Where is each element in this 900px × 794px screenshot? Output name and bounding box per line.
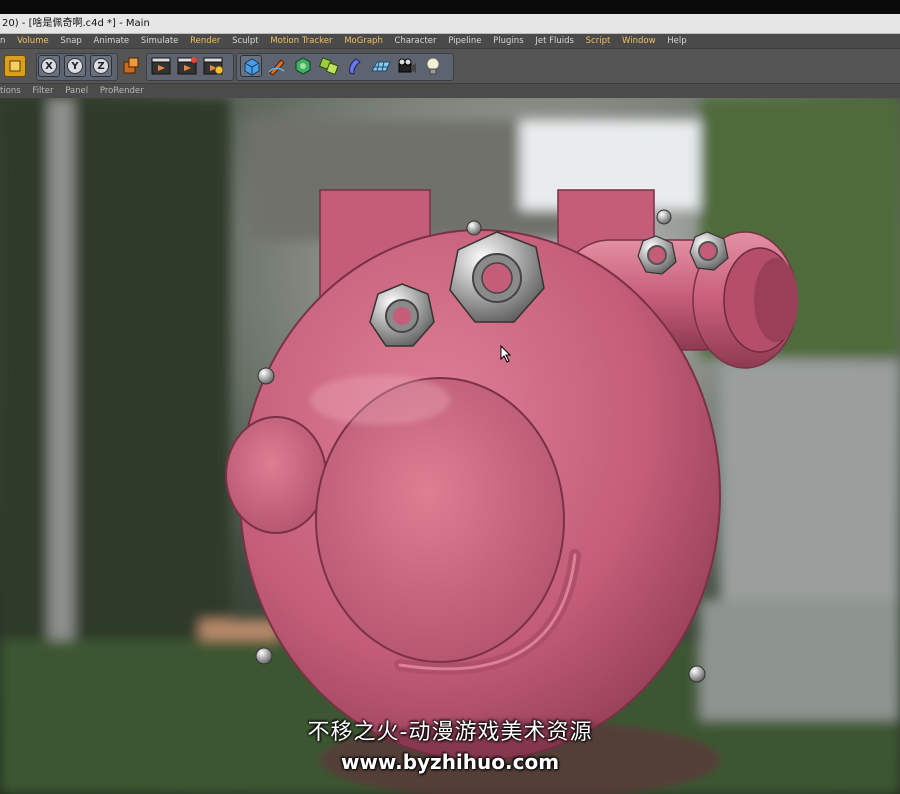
coordinate-system-button[interactable]	[120, 55, 142, 77]
subdivision-surface-icon	[295, 57, 311, 75]
clapboard-render-icon	[151, 57, 171, 75]
viewport-menu-options[interactable]: tions	[0, 86, 21, 96]
array-button[interactable]	[318, 55, 340, 77]
main-toolbar: X Y Z	[0, 48, 900, 84]
menu-item-animate[interactable]: Animate	[94, 36, 130, 46]
clapboard-render-pv-icon	[177, 57, 197, 75]
menu-item-simulate[interactable]: Simulate	[141, 36, 179, 46]
bend-deformer-icon	[349, 58, 361, 75]
x-axis-lock-button[interactable]: X	[38, 55, 60, 77]
y-axis-icon: Y	[67, 58, 83, 74]
render-picture-viewer-button[interactable]	[176, 55, 198, 77]
live-selection-icon[interactable]	[4, 55, 26, 77]
x-axis-icon: X	[41, 58, 57, 74]
cube-object-button[interactable]	[240, 55, 262, 77]
array-icon	[318, 57, 339, 76]
watermark-line-2: www.byzhihuo.com	[340, 750, 560, 774]
menu-item-script[interactable]: Script	[586, 36, 611, 46]
cube-icon	[244, 58, 260, 76]
screen-top-strip	[0, 0, 900, 14]
render-view-button[interactable]	[150, 55, 172, 77]
menu-item-help[interactable]: Help	[667, 36, 686, 46]
menu-item-jet-fluids[interactable]: Jet Fluids	[535, 36, 574, 46]
deformer-button[interactable]	[344, 55, 366, 77]
menu-item-character[interactable]: Character	[395, 36, 437, 46]
window-title-bar: 20) - [啥是佩奇啊.c4d *] - Main	[0, 14, 900, 34]
y-axis-lock-button[interactable]: Y	[64, 55, 86, 77]
menu-item-motion-tracker[interactable]: Motion Tracker	[270, 36, 332, 46]
camera-icon	[398, 58, 416, 73]
menu-item-snap[interactable]: Snap	[60, 36, 81, 46]
light-bulb-icon	[426, 57, 440, 75]
z-axis-icon: Z	[93, 58, 109, 74]
z-axis-lock-button[interactable]: Z	[90, 55, 112, 77]
light-button[interactable]	[422, 55, 444, 77]
pen-spline-button[interactable]	[266, 55, 288, 77]
viewport-menu-filter[interactable]: Filter	[32, 86, 53, 96]
camera-button[interactable]	[396, 55, 418, 77]
watermark-line-1: 不移之火-动漫游戏美术资源	[307, 720, 593, 745]
viewport-render	[0, 98, 900, 794]
generator-button[interactable]	[292, 55, 314, 77]
window-title: 20) - [啥是佩奇啊.c4d *] - Main	[2, 18, 150, 29]
menu-item-mograph[interactable]: MoGraph	[344, 36, 383, 46]
menu-item-volume[interactable]: Volume	[17, 36, 49, 46]
menu-item-sculpt[interactable]: Sculpt	[232, 36, 259, 46]
floor-grid-icon	[371, 61, 391, 72]
viewport-menu-bar: tions Filter Panel ProRender	[0, 84, 900, 98]
viewport-menu-panel[interactable]: Panel	[65, 86, 88, 96]
3d-viewport[interactable]	[0, 98, 900, 794]
select-square-icon	[9, 60, 21, 72]
menu-item-plugins[interactable]: Plugins	[493, 36, 523, 46]
pen-icon	[268, 59, 285, 76]
clapboard-settings-icon	[203, 57, 224, 75]
floor-button[interactable]	[370, 55, 392, 77]
world-coordinates-icon	[123, 57, 139, 74]
render-settings-button[interactable]	[202, 55, 224, 77]
menu-item-window[interactable]: Window	[622, 36, 656, 46]
menu-item-n[interactable]: n	[0, 36, 5, 46]
menu-item-render[interactable]: Render	[190, 36, 220, 46]
menu-item-pipeline[interactable]: Pipeline	[448, 36, 481, 46]
viewport-menu-prorender[interactable]: ProRender	[100, 86, 144, 96]
menu-bar: n Volume Snap Animate Simulate Render Sc…	[0, 34, 900, 48]
mouse-cursor-icon	[500, 345, 512, 363]
